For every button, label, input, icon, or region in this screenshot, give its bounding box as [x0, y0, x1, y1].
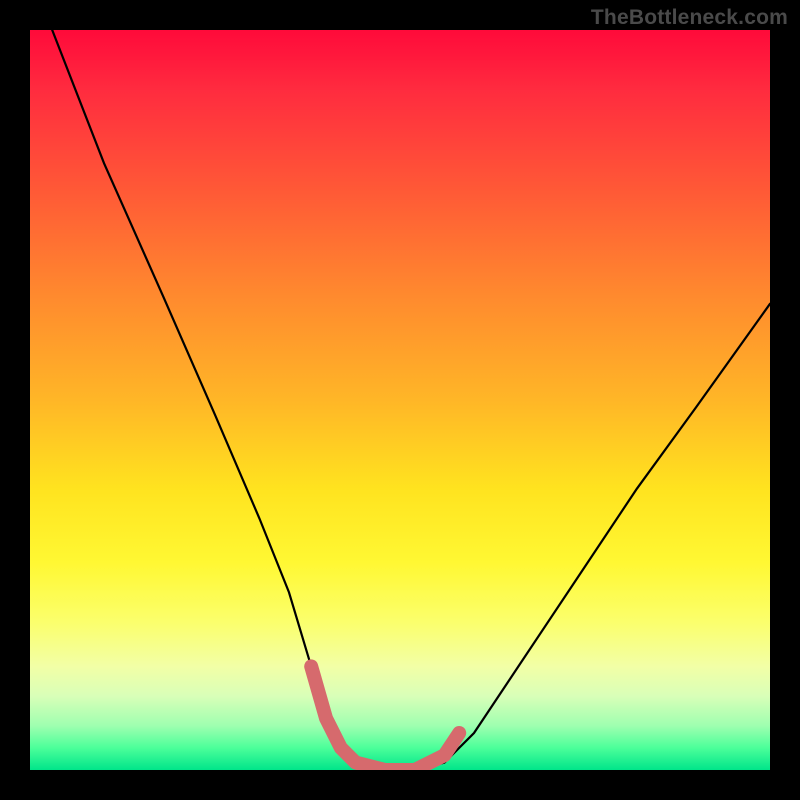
bottleneck-curve [52, 30, 770, 770]
curve-layer [30, 30, 770, 770]
curve-bottom-highlight [311, 666, 459, 770]
chart-frame: TheBottleneck.com [0, 0, 800, 800]
watermark-text: TheBottleneck.com [591, 6, 788, 30]
plot-area [30, 30, 770, 770]
